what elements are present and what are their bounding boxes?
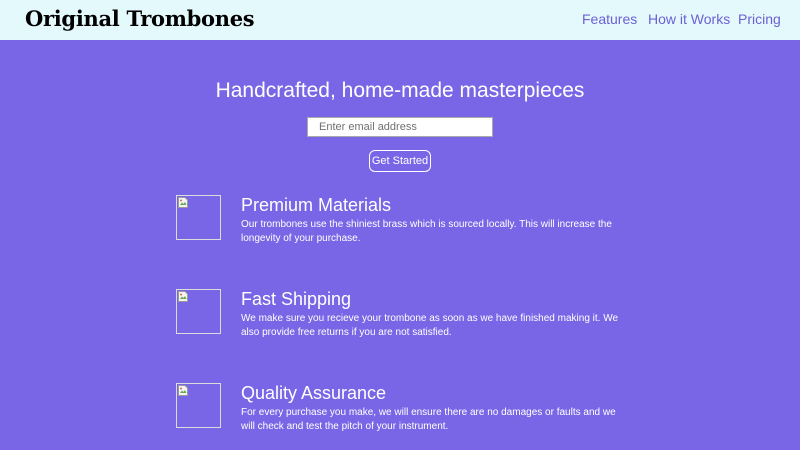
feature-description: We make sure you recieve your trombone a…: [241, 313, 619, 338]
feature-title: Premium Materials: [241, 195, 392, 215]
feature-image: [176, 289, 221, 334]
feature-fast-shipping: Fast Shipping We make sure you recieve y…: [176, 289, 636, 349]
site-header: Original Trombones Features How it Works…: [0, 0, 800, 40]
feature-image: [176, 383, 221, 428]
feature-quality-assurance: Quality Assurance For every purchase you…: [176, 383, 636, 443]
feature-description: Our trombones use the shiniest brass whi…: [241, 219, 612, 244]
feature-title: Quality Assurance: [241, 383, 387, 403]
feature-description: For every purchase you make, we will ens…: [241, 407, 616, 432]
get-started-button[interactable]: Get Started: [369, 150, 431, 172]
hero-title: Handcrafted, home-made masterpieces: [215, 79, 585, 102]
broken-image-icon: [178, 291, 188, 302]
logo: Original Trombones: [25, 6, 255, 31]
feature-premium-materials: Premium Materials Our trombones use the …: [176, 195, 636, 255]
nav-link-features[interactable]: Features: [582, 11, 637, 27]
email-input[interactable]: [307, 117, 493, 137]
nav-link-how-it-works[interactable]: How it Works: [648, 11, 730, 27]
broken-image-icon: [178, 385, 188, 396]
broken-image-icon: [178, 197, 188, 208]
feature-title: Fast Shipping: [241, 289, 352, 309]
nav-link-pricing[interactable]: Pricing: [738, 11, 781, 27]
feature-image: [176, 195, 221, 240]
